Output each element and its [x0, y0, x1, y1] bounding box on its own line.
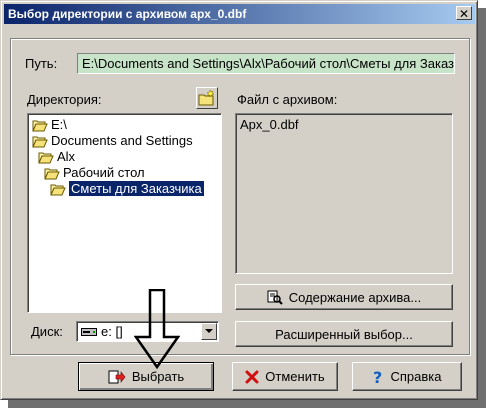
drive-value: e: []: [101, 324, 123, 339]
path-field[interactable]: E:\Documents and Settings\Alx\Рабочий ст…: [77, 53, 455, 74]
tree-item[interactable]: E:\: [32, 117, 67, 133]
chevron-down-icon: [205, 329, 213, 333]
open-folder-icon: [38, 152, 54, 164]
svg-text:?: ?: [373, 369, 382, 385]
open-folder-icon: [50, 184, 66, 196]
archive-contents-label: Содержание архива...: [288, 289, 422, 305]
magnifier-icon: [267, 289, 283, 305]
path-label: Путь:: [25, 56, 58, 71]
help-button[interactable]: ? Справка: [352, 362, 462, 391]
close-button[interactable]: ✕: [456, 6, 472, 21]
open-folder-icon: [44, 168, 60, 180]
pointer-arrow-icon: [134, 289, 180, 369]
title-bar[interactable]: Выбор директории с архивом apx_0.dbf ✕: [4, 4, 475, 24]
new-folder-button[interactable]: [196, 87, 218, 109]
tree-item-label: Documents and Settings: [51, 133, 193, 148]
open-folder-icon: [32, 136, 48, 148]
cancel-button[interactable]: Отменить: [232, 362, 338, 391]
tree-item-label: Сметы для Заказчика: [69, 181, 204, 196]
help-label: Справка: [390, 369, 442, 384]
archive-contents-button[interactable]: Содержание архива...: [235, 284, 453, 310]
select-arrow-icon: [108, 370, 126, 384]
open-folder-icon: [32, 120, 48, 132]
tree-item[interactable]: Рабочий стол: [44, 165, 145, 181]
question-icon: ?: [373, 369, 385, 385]
directory-dialog: Выбор директории с архивом apx_0.dbf ✕ П…: [0, 0, 478, 400]
tree-item-selected[interactable]: Сметы для Заказчика: [50, 181, 204, 197]
cancel-label: Отменить: [265, 369, 325, 384]
window-shadow-bottom: [8, 400, 486, 408]
window-shadow-right: [478, 8, 486, 406]
extended-select-label: Расширенный выбор...: [275, 326, 413, 342]
list-item[interactable]: Apx_0.dbf: [240, 117, 299, 132]
close-icon: ✕: [458, 7, 470, 21]
tree-item-label: Alx: [57, 149, 76, 164]
tree-item-label: Рабочий стол: [63, 165, 145, 180]
drive-icon: [81, 327, 97, 336]
tree-item[interactable]: Documents and Settings: [32, 133, 193, 149]
window-title: Выбор директории с архивом apx_0.dbf: [8, 7, 247, 21]
drive-dropdown-button[interactable]: [201, 323, 217, 340]
directory-tree[interactable]: E:\ Documents and Settings Alx Рабочий с…: [27, 113, 222, 313]
select-label: Выбрать: [131, 369, 185, 384]
extended-select-button[interactable]: Расширенный выбор...: [235, 321, 453, 347]
archive-file-label: Файл с архивом:: [237, 92, 338, 107]
tree-item[interactable]: Alx: [38, 149, 75, 165]
drive-label: Диск:: [31, 324, 63, 339]
archive-file-list[interactable]: Apx_0.dbf: [235, 113, 453, 274]
new-folder-icon: [198, 89, 215, 106]
red-x-icon: [245, 370, 259, 384]
tree-item-label: E:\: [51, 117, 67, 132]
directory-label: Директория:: [27, 92, 102, 107]
